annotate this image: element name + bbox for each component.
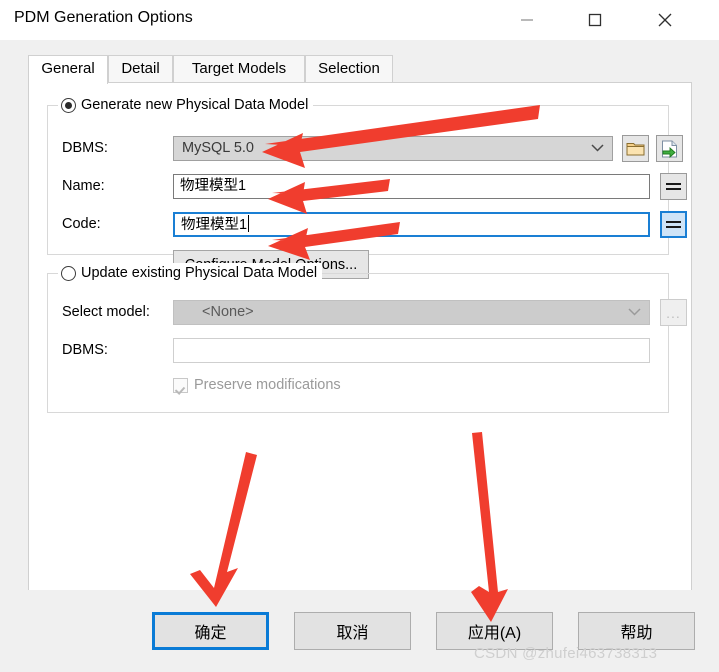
generate-new-model-radio[interactable]	[61, 97, 76, 113]
select-model-value: <None>	[202, 304, 254, 320]
name-input[interactable]: 物理模型1	[173, 174, 650, 199]
name-label: Name:	[62, 178, 105, 194]
apply-button-label: 应用(A)	[467, 625, 522, 642]
tab-selection-label: Selection	[318, 60, 380, 77]
equals-icon	[666, 180, 681, 193]
maximize-button[interactable]	[572, 0, 618, 40]
tab-target-models-label: Target Models	[191, 60, 287, 77]
preserve-modifications-label: Preserve modifications	[194, 377, 341, 393]
ok-button-label: 确定	[194, 625, 227, 642]
chevron-down-icon	[591, 137, 604, 160]
close-icon	[658, 13, 672, 27]
tab-page-general: Generate new Physical Data Model DBMS: M…	[28, 82, 692, 630]
dbms-browse-button[interactable]	[622, 135, 649, 162]
page-title: PDM Generation Options	[14, 9, 193, 26]
dbms-label: DBMS:	[62, 140, 108, 156]
tab-general[interactable]: General	[28, 55, 108, 84]
tab-detail-label: Detail	[121, 60, 160, 77]
folder-icon	[626, 143, 645, 156]
update-dbms-label: DBMS:	[62, 342, 108, 358]
tab-strip: General Detail Target Models Selection	[28, 55, 692, 84]
window-title-bar: PDM Generation Options	[0, 0, 719, 40]
ellipsis-icon: ...	[666, 304, 681, 321]
update-existing-model-radio[interactable]	[61, 265, 76, 281]
dialog-body: General Detail Target Models Selection G…	[0, 40, 719, 672]
tab-selection[interactable]: Selection	[305, 55, 393, 83]
preserve-modifications-row[interactable]: Preserve modifications	[173, 377, 341, 393]
code-label: Code:	[62, 216, 101, 232]
select-model-combobox[interactable]: <None>	[173, 300, 650, 325]
equals-icon	[666, 218, 681, 231]
update-dbms-input[interactable]	[173, 338, 650, 363]
close-button[interactable]	[642, 0, 688, 40]
watermark: CSDN @zhufei463738313	[474, 645, 658, 662]
chevron-down-icon	[628, 301, 641, 324]
update-existing-model-group: Update existing Physical Data Model Sele…	[47, 263, 687, 413]
maximize-icon	[588, 13, 602, 27]
ok-button[interactable]: 确定	[152, 612, 269, 650]
dbms-combobox[interactable]: MySQL 5.0	[173, 136, 613, 161]
select-model-browse-button[interactable]: ...	[660, 299, 687, 326]
generate-new-model-group: Generate new Physical Data Model DBMS: M…	[47, 95, 687, 279]
preserve-modifications-checkbox[interactable]	[173, 377, 188, 393]
name-value: 物理模型1	[180, 178, 247, 194]
tab-general-label: General	[41, 60, 95, 77]
text-caret	[248, 215, 250, 232]
help-button-label: 帮助	[620, 625, 653, 642]
tab-detail[interactable]: Detail	[108, 55, 173, 83]
update-existing-model-legend[interactable]: Update existing Physical Data Model	[58, 263, 323, 283]
cancel-button[interactable]: 取消	[294, 612, 411, 650]
code-input[interactable]: 物理模型1	[173, 212, 650, 237]
select-model-label: Select model:	[62, 304, 150, 320]
minimize-icon	[521, 19, 533, 21]
import-model-icon	[662, 140, 677, 158]
dbms-value: MySQL 5.0	[182, 140, 254, 156]
dbms-import-button[interactable]	[656, 135, 683, 162]
name-equals-button[interactable]	[660, 173, 687, 200]
generate-new-model-legend[interactable]: Generate new Physical Data Model	[58, 95, 314, 115]
generate-new-model-label: Generate new Physical Data Model	[81, 97, 309, 113]
update-existing-model-label: Update existing Physical Data Model	[81, 265, 318, 281]
code-equals-button[interactable]	[660, 211, 687, 238]
tab-target-models[interactable]: Target Models	[173, 55, 305, 83]
cancel-button-label: 取消	[336, 625, 369, 642]
code-value: 物理模型1	[181, 217, 248, 233]
minimize-button[interactable]	[504, 0, 550, 40]
